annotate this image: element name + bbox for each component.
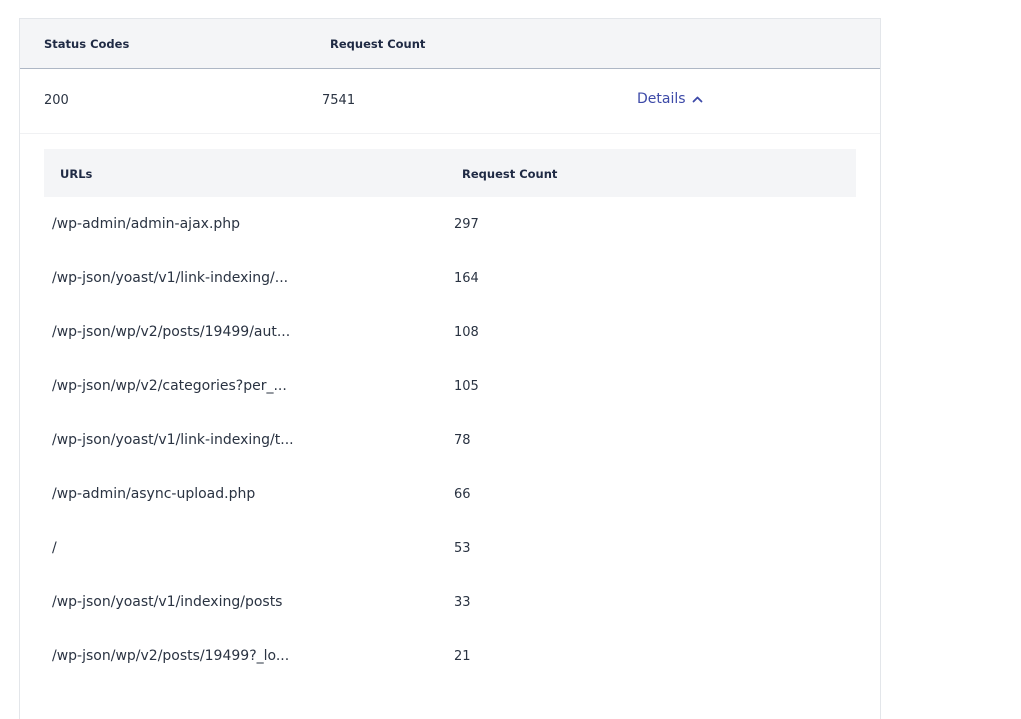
url-request-count-header: Request Count	[462, 167, 558, 181]
url-count-cell: 164	[454, 271, 479, 286]
url-count-cell: 297	[454, 217, 479, 232]
status-codes-header: Status Codes	[44, 37, 130, 51]
status-row-200: 200 7541 Details	[20, 69, 880, 134]
status-table-header: Status Codes Request Count	[20, 19, 880, 69]
table-row: / 53	[44, 521, 856, 575]
url-cell: /wp-json/wp/v2/posts/19499?_lo...	[52, 648, 290, 664]
url-cell: /wp-admin/async-upload.php	[52, 486, 256, 502]
url-cell: /wp-json/yoast/v1/link-indexing/...	[52, 270, 289, 286]
urls-header: URLs	[60, 167, 93, 181]
table-row: /wp-admin/admin-ajax.php 297	[44, 197, 856, 251]
url-cell: /wp-admin/admin-ajax.php	[52, 216, 241, 232]
url-cell: /wp-json/yoast/v1/link-indexing/t...	[52, 432, 294, 448]
url-cell: /wp-json/yoast/v1/indexing/posts	[52, 594, 283, 610]
request-count-header: Request Count	[330, 37, 426, 51]
details-toggle-button[interactable]: Details	[637, 91, 703, 107]
url-count-cell: 33	[454, 595, 471, 610]
url-table-header: URLs Request Count	[44, 149, 856, 197]
table-row: /wp-json/yoast/v1/indexing/posts 33	[44, 575, 856, 629]
url-breakdown-table: URLs Request Count /wp-admin/admin-ajax.…	[44, 149, 856, 683]
url-cell: /wp-json/wp/v2/posts/19499/aut...	[52, 324, 291, 340]
url-cell: /wp-json/wp/v2/categories?per_...	[52, 378, 287, 394]
table-row: /wp-json/yoast/v1/link-indexing/... 164	[44, 251, 856, 305]
table-row: /wp-admin/async-upload.php 66	[44, 467, 856, 521]
chevron-up-icon	[692, 95, 703, 103]
url-count-cell: 66	[454, 487, 471, 502]
status-code-cell: 200	[44, 93, 69, 108]
url-count-cell: 105	[454, 379, 479, 394]
request-count-cell: 7541	[322, 93, 356, 108]
url-count-cell: 78	[454, 433, 471, 448]
details-label: Details	[637, 91, 686, 107]
table-row: /wp-json/wp/v2/posts/19499/aut... 108	[44, 305, 856, 359]
url-count-cell: 21	[454, 649, 471, 664]
table-row: /wp-json/yoast/v1/link-indexing/t... 78	[44, 413, 856, 467]
url-count-cell: 108	[454, 325, 479, 340]
url-count-cell: 53	[454, 541, 471, 556]
status-codes-table: Status Codes Request Count 200 7541 Deta…	[19, 18, 881, 719]
url-cell: /	[52, 540, 57, 556]
url-table-body: /wp-admin/admin-ajax.php 297/wp-json/yoas…	[44, 197, 856, 683]
table-row: /wp-json/wp/v2/categories?per_... 105	[44, 359, 856, 413]
